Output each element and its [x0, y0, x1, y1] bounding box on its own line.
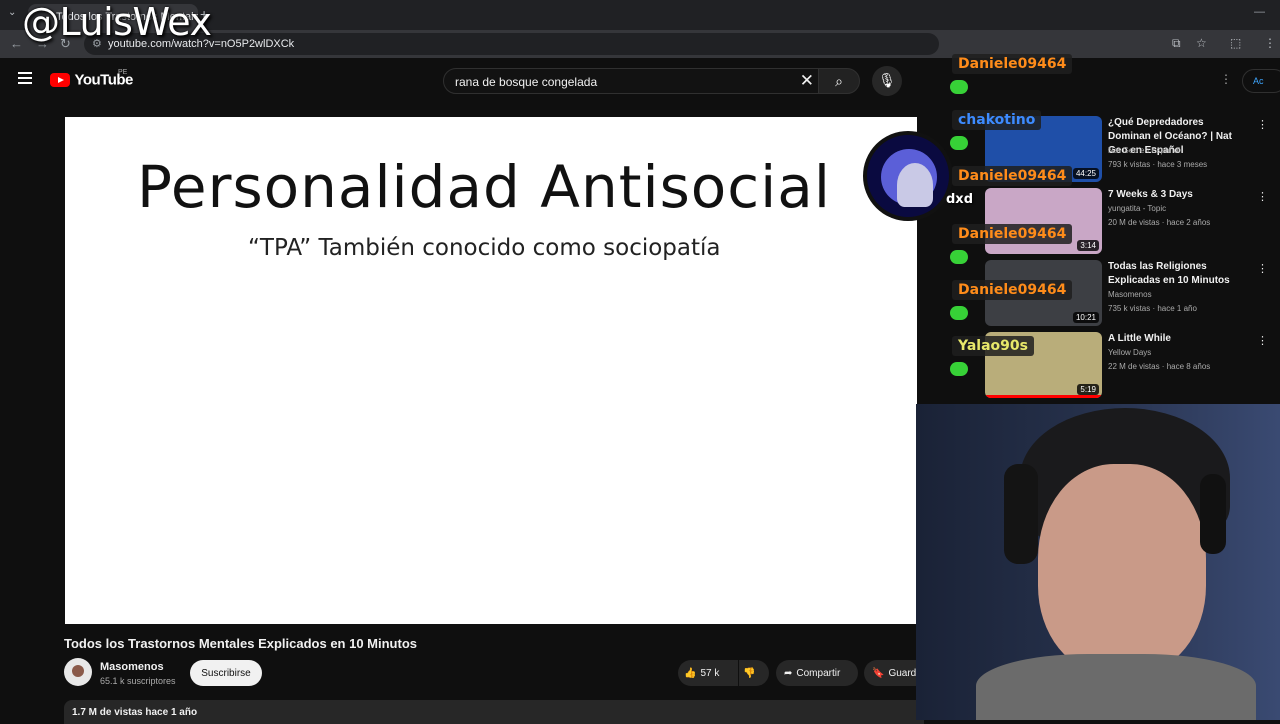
chat-username: Daniele09464: [952, 280, 1073, 300]
tab-list-caret-icon[interactable]: ⌄: [8, 7, 16, 18]
bookmark-star-icon[interactable]: ☆: [1196, 36, 1207, 50]
save-button[interactable]: 🔖 Guard: [864, 660, 924, 686]
more-actions-icon[interactable]: ⋮: [1257, 334, 1268, 347]
thumbs-down-icon: 👎: [743, 668, 756, 679]
bookmark-icon: 🔖: [872, 668, 885, 679]
chat-emote-icon: [950, 250, 968, 264]
recommended-title[interactable]: 7 Weeks & 3 Days: [1108, 188, 1248, 202]
subscribe-button[interactable]: Suscribirse: [190, 660, 262, 686]
video-title: Todos los Trastornos Mentales Explicados…: [64, 636, 417, 651]
youtube-header: YouTube PE rana de bosque congelada ✕ ⌕ …: [0, 58, 940, 104]
description-box[interactable]: 1.7 M de vistas hace 1 año: [64, 700, 924, 724]
voice-search-button[interactable]: 🎙: [872, 66, 902, 96]
recommended-channel[interactable]: Yellow Days: [1108, 348, 1151, 357]
recommended-item[interactable]: 3:14 7 Weeks & 3 Days yungatita - Topic 20 …: [985, 186, 1280, 258]
search-button[interactable]: ⌕: [818, 68, 860, 94]
search-query: rana de bosque congelada: [455, 75, 598, 89]
search-input[interactable]: rana de bosque congelada ✕: [443, 68, 819, 94]
thumbs-up-icon: 👍: [684, 668, 697, 679]
chat-message: dxd: [946, 192, 973, 207]
recommended-channel[interactable]: yungatita - Topic: [1108, 204, 1166, 213]
sign-in-label: Ac: [1253, 76, 1264, 86]
menu-icon[interactable]: [18, 72, 32, 87]
browser-menu-icon[interactable]: ⋮: [1264, 36, 1276, 50]
channel-watermark-avatar[interactable]: [863, 131, 953, 221]
chat-emote-icon: [950, 136, 968, 150]
more-actions-icon[interactable]: ⋮: [1257, 262, 1268, 275]
share-button[interactable]: ➦ Compartir: [776, 660, 858, 686]
search-icon: ⌕: [835, 73, 843, 89]
chat-username: Daniele09464: [952, 54, 1073, 74]
channel-avatar[interactable]: [64, 658, 92, 686]
recommended-meta: 735 k vistas · hace 1 año: [1108, 304, 1197, 313]
install-app-icon[interactable]: ⧉: [1172, 36, 1181, 51]
webcam-feed: [916, 404, 1280, 720]
channel-name[interactable]: Masomenos: [100, 661, 164, 673]
share-label: Compartir: [796, 668, 841, 679]
recommended-thumbnail[interactable]: 3:14: [985, 188, 1102, 254]
share-icon: ➦: [784, 668, 793, 679]
chat-emote-icon: [950, 306, 968, 320]
settings-menu-icon[interactable]: ⋮: [1220, 72, 1232, 86]
extensions-icon[interactable]: ⬚: [1230, 36, 1241, 50]
youtube-play-icon: [50, 72, 70, 87]
streamer-watermark: @LuisWex: [22, 0, 212, 44]
recommended-list: 44:25 ¿Qué Depredadores Dominan el Océano…: [985, 114, 1280, 402]
dislike-button[interactable]: 👎: [739, 660, 769, 686]
video-duration: 3:14: [1077, 240, 1099, 251]
recommended-meta: 793 k vistas · hace 3 meses: [1108, 160, 1208, 169]
views-and-date: 1.7 M de vistas hace 1 año: [72, 707, 198, 718]
chat-username: Daniele09464: [952, 224, 1073, 244]
omnibox[interactable]: ⚙ youtube.com/watch?v=nO5P2wlDXCk: [84, 33, 939, 55]
country-code: PE: [118, 69, 128, 76]
minimize-icon[interactable]: —: [1254, 6, 1265, 18]
clear-search-icon[interactable]: ✕: [800, 71, 814, 91]
slide-subtitle: “TPA” También conocido como sociopatía: [248, 235, 721, 261]
video-duration: 44:25: [1072, 168, 1099, 179]
microphone-icon: 🎙: [878, 72, 896, 88]
more-actions-icon[interactable]: ⋮: [1257, 118, 1268, 131]
recommended-channel[interactable]: Masomenos: [1108, 290, 1152, 299]
chat-emote-icon: [950, 362, 968, 376]
like-button[interactable]: 👍 57 k: [678, 660, 738, 686]
video-player[interactable]: Personalidad Antisocial “TPA” También co…: [65, 117, 917, 624]
recommended-title[interactable]: A Little While: [1108, 332, 1248, 346]
slide-title: Personalidad Antisocial: [137, 153, 831, 221]
video-duration: 10:21: [1072, 312, 1099, 323]
chat-emote-icon: [950, 80, 968, 94]
like-count: 57 k: [700, 668, 720, 679]
recommended-meta: 20 M de vistas · hace 2 años: [1108, 218, 1211, 227]
save-label: Guard: [888, 668, 917, 679]
sign-in-button[interactable]: Ac: [1242, 69, 1280, 93]
chat-username: Daniele09464: [952, 166, 1073, 186]
chat-username: chakotino: [952, 110, 1042, 130]
recommended-channel[interactable]: Nat Geo en Español: [1108, 146, 1180, 155]
more-actions-icon[interactable]: ⋮: [1257, 190, 1268, 203]
video-duration: 5:19: [1077, 384, 1099, 395]
recommended-title[interactable]: Todas las Religiones Explicadas en 10 Mi…: [1108, 260, 1248, 288]
chat-username: Yalao90s: [952, 336, 1034, 356]
youtube-logo[interactable]: YouTube PE: [50, 69, 133, 89]
subscriber-count: 65.1 k suscriptores: [100, 676, 176, 686]
recommended-meta: 22 M de vistas · hace 8 años: [1108, 362, 1211, 371]
